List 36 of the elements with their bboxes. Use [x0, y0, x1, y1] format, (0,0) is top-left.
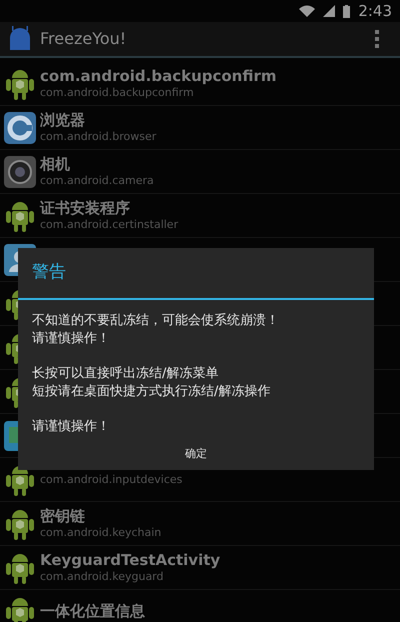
- dialog-message: 请谨慎操作！: [32, 418, 111, 436]
- dialog-message: 长按可以直接呼出冻结/解冻菜单: [32, 365, 220, 383]
- app-row[interactable]: KeyguardTestActivity com.android.keyguard: [0, 546, 400, 590]
- dialog-title: 警告: [32, 261, 66, 284]
- dialog-message: 不知道的不要乱冻结，可能会使系统崩溃！: [32, 312, 280, 330]
- signal-icon: [323, 5, 336, 17]
- browser-icon: [4, 112, 36, 144]
- package-name: com.android.inputdevices: [40, 472, 182, 486]
- overflow-menu-icon[interactable]: [374, 30, 380, 48]
- app-row[interactable]: 相机 com.android.camera: [0, 150, 400, 194]
- app-row[interactable]: 证书安装程序 com.android.certinstaller: [0, 194, 400, 238]
- package-name: com.android.camera: [40, 174, 154, 188]
- app-name: 相机: [40, 155, 71, 174]
- dialog-message: 请谨慎操作！: [32, 330, 111, 348]
- app-row[interactable]: 密钥链 com.android.keychain: [0, 502, 400, 546]
- package-name: com.android.keyguard: [40, 570, 164, 584]
- app-name: 浏览器: [40, 111, 86, 130]
- package-name: com.android.backupconfirm: [40, 86, 195, 100]
- app-name: KeyguardTestActivity: [40, 551, 220, 570]
- package-name: com.android.certinstaller: [40, 218, 178, 232]
- app-name: com.android.backupconfirm: [40, 67, 277, 86]
- app-row[interactable]: 浏览器 com.android.browser: [0, 106, 400, 150]
- camera-icon: [4, 156, 36, 188]
- dialog-message: 短按请在桌面快捷方式执行冻结/解冻操作: [32, 383, 272, 401]
- package-name: com.android.browser: [40, 130, 156, 144]
- package-name: com.android.keychain: [40, 526, 162, 540]
- app-logo-icon: [8, 26, 32, 52]
- app-row[interactable]: com.android.backupconfirm com.android.backupconfirm: [0, 62, 400, 106]
- app-title: FreezeYou!: [40, 28, 128, 50]
- app-name: 一体化位置信息: [40, 602, 145, 621]
- app-name: 证书安装程序: [40, 199, 131, 218]
- clock: 2:43: [358, 0, 392, 22]
- app-name: 密钥链: [40, 507, 86, 526]
- battery-icon: [343, 4, 350, 18]
- wifi-icon: [299, 5, 316, 17]
- app-row[interactable]: 一体化位置信息: [0, 590, 400, 622]
